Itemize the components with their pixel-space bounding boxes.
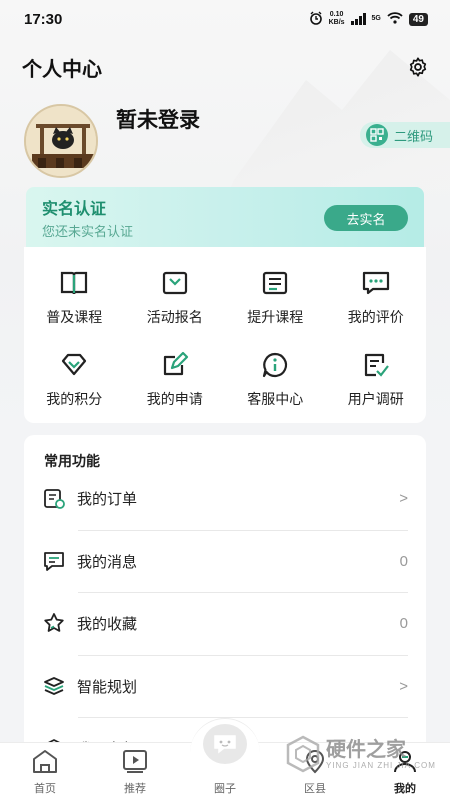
message-count: 0 <box>399 552 408 570</box>
nav-spacer <box>211 748 239 774</box>
nav-item-recommend[interactable]: 推荐 <box>100 748 170 798</box>
favorites-count: 0 <box>399 614 408 632</box>
grid-label: 我的申请 <box>146 392 203 408</box>
diamond-icon <box>58 349 90 381</box>
nav-item-circle[interactable]: 圈子 <box>190 748 260 798</box>
grid-label: 我的积分 <box>46 392 103 408</box>
header: 个人中心 <box>22 52 430 82</box>
list-item-smart-planning[interactable]: 智能规划 > <box>24 655 426 717</box>
common-functions-card: 常用功能 我的订单 > 我的消息 0 我的收藏 0 智能规划 > 我是 <box>24 435 426 755</box>
grid-item-my-points[interactable]: 我的积分 <box>24 349 125 409</box>
list-item-my-favorites[interactable]: 我的收藏 0 <box>24 592 426 654</box>
nav-label: 首页 <box>34 783 56 795</box>
page-title: 个人中心 <box>22 56 102 81</box>
nav-item-home[interactable]: 首页 <box>10 748 80 798</box>
status-icons: 0.10 KB/s 5G 49 <box>309 11 428 28</box>
comment-icon <box>360 267 392 299</box>
gear-icon <box>409 57 427 77</box>
message-icon <box>41 548 67 574</box>
real-name-subtitle: 您还未实名认证 <box>42 224 134 239</box>
verify-now-button[interactable]: 去实名 <box>324 205 408 231</box>
status-time: 17:30 <box>24 10 63 28</box>
watermark-subtext: YING JIAN ZHI JIA.COM <box>326 760 436 770</box>
grid-item-my-reviews[interactable]: 我的评价 <box>326 267 427 327</box>
watermark-logo-icon <box>286 735 320 773</box>
grid-item-user-survey[interactable]: 用户调研 <box>326 349 427 409</box>
watermark: 硬件之家 YING JIAN ZHI JIA.COM <box>286 728 446 780</box>
nav-label: 我的 <box>394 783 416 795</box>
real-name-banner: 实名认证 您还未实名认证 去实名 <box>26 187 424 247</box>
grid-label: 普及课程 <box>46 310 103 326</box>
list-item-my-orders[interactable]: 我的订单 > <box>24 467 426 529</box>
signal-icon <box>350 13 366 25</box>
list-item-my-messages[interactable]: 我的消息 0 <box>24 530 426 592</box>
grid-label: 提升课程 <box>247 310 304 326</box>
settings-button[interactable] <box>406 55 430 79</box>
quick-access-card: 普及课程 活动报名 提升课程 我的评价 我的积分 我的申请 客服中心 用户调研 <box>24 247 426 423</box>
grid-label: 客服中心 <box>247 392 304 408</box>
nav-label: 推荐 <box>124 783 146 795</box>
info-icon <box>259 349 291 381</box>
real-name-title: 实名认证 <box>42 201 107 218</box>
net-speed-unit: KB/s <box>328 19 345 26</box>
star-icon <box>41 610 67 636</box>
username[interactable]: 暂未登录 <box>116 104 200 134</box>
battery-indicator: 49 <box>408 12 428 26</box>
watermark-text-block: 硬件之家 YING JIAN ZHI JIA.COM <box>326 739 436 770</box>
survey-icon <box>360 349 392 381</box>
list-item-label: 智能规划 <box>77 678 138 696</box>
grid-label: 用户调研 <box>347 392 404 408</box>
grid-label: 我的评价 <box>347 310 404 326</box>
net-speed: 0.10 KB/s <box>329 11 345 27</box>
calendar-icon <box>159 267 191 299</box>
net-speed-value: 0.10 <box>329 11 344 18</box>
watermark-text: 硬件之家 <box>326 738 406 761</box>
grid-item-popular-courses[interactable]: 普及课程 <box>24 267 125 327</box>
quick-access-grid: 普及课程 活动报名 提升课程 我的评价 我的积分 我的申请 客服中心 用户调研 <box>24 267 426 409</box>
play-icon <box>121 748 149 774</box>
qr-code-icon <box>366 124 388 146</box>
nav-label: 区县 <box>304 783 326 795</box>
edit-icon <box>159 349 191 381</box>
layers-icon <box>41 673 67 699</box>
grid-label: 活动报名 <box>146 310 203 326</box>
alarm-icon <box>309 11 323 28</box>
home-icon <box>31 748 59 774</box>
nav-label: 圈子 <box>214 783 236 795</box>
qr-code-button[interactable]: 二维码 <box>360 122 450 148</box>
list-item-label: 我的收藏 <box>77 615 138 633</box>
list-item-label: 我的订单 <box>77 490 138 508</box>
network-type: 5G <box>371 15 381 22</box>
grid-item-advanced-courses[interactable]: 提升课程 <box>225 267 326 327</box>
grid-item-my-applications[interactable]: 我的申请 <box>125 349 226 409</box>
chevron-right-icon: > <box>399 489 408 507</box>
grid-item-event-signup[interactable]: 活动报名 <box>125 267 226 327</box>
list-item-label: 我的消息 <box>77 553 138 571</box>
wifi-icon <box>387 11 403 27</box>
status-bar: 17:30 0.10 KB/s 5G 49 <box>0 0 450 38</box>
grid-item-service-center[interactable]: 客服中心 <box>225 349 326 409</box>
qr-code-label: 二维码 <box>394 128 434 144</box>
chevron-right-icon: > <box>399 677 408 695</box>
book-icon <box>58 267 90 299</box>
order-icon <box>41 485 67 511</box>
course-icon <box>259 267 291 299</box>
avatar[interactable] <box>24 104 98 178</box>
